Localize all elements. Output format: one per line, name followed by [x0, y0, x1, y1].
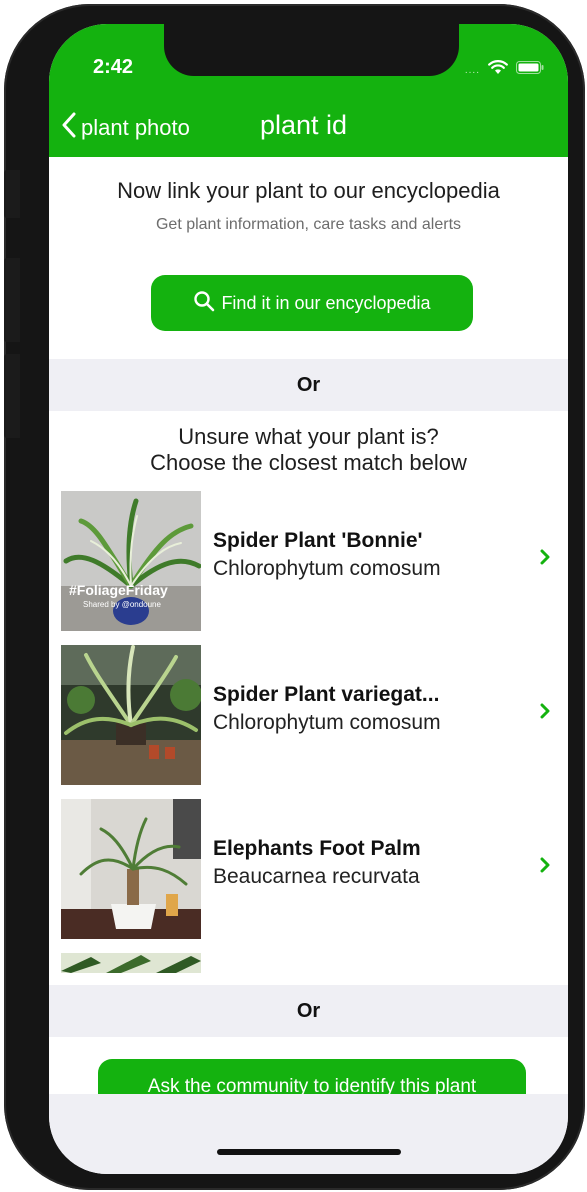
search-icon [193, 290, 215, 317]
plant-thumbnail [61, 799, 201, 939]
plant-thumbnail-partial [61, 953, 201, 973]
thumbnail-caption: #FoliageFriday [69, 582, 168, 598]
back-button[interactable]: plant photo [61, 112, 190, 144]
matches-heading: Unsure what your plant is? Choose the cl… [49, 424, 568, 476]
back-label: plant photo [81, 115, 190, 140]
plant-common-name: Spider Plant variegat... [213, 683, 440, 706]
matches-heading-line2: Choose the closest match below [150, 450, 467, 475]
match-row-spider-plant-bonnie[interactable]: #FoliageFriday Shared by @ondoune Spider… [61, 491, 568, 631]
plant-scientific-name: Beaucarnea recurvata [213, 865, 420, 888]
plant-common-name: Spider Plant 'Bonnie' [213, 529, 423, 552]
chevron-right-icon [539, 549, 551, 570]
home-indicator[interactable] [217, 1149, 401, 1155]
chevron-right-icon [539, 857, 551, 878]
plant-scientific-name: Chlorophytum comosum [213, 711, 441, 734]
notch [164, 24, 459, 76]
chevron-right-icon [539, 703, 551, 724]
match-row-elephants-foot-palm[interactable]: Elephants Foot Palm Beaucarnea recurvata [61, 799, 568, 939]
chevron-left-icon [61, 112, 77, 144]
encyclopedia-title: Now link your plant to our encyclopedia [117, 178, 500, 203]
bottom-bar [49, 1094, 568, 1174]
matches-heading-line1: Unsure what your plant is? [178, 424, 439, 449]
signal-dots: .... [464, 64, 480, 76]
encyclopedia-subtitle: Get plant information, care tasks and al… [155, 216, 462, 233]
status-time: 2:42 [93, 56, 134, 78]
silent-switch [4, 170, 20, 218]
match-row-spider-plant-variegated[interactable]: Spider Plant variegat... Chlorophytum co… [61, 645, 568, 785]
plant-common-name: Elephants Foot Palm [213, 837, 421, 860]
volume-down-button [4, 354, 20, 438]
page-title: plant id [260, 110, 348, 140]
plant-thumbnail [61, 645, 201, 785]
or-divider-bottom: Or [49, 985, 568, 1037]
screen: 2:42 .... plant photo plant id Now link … [49, 24, 568, 1174]
volume-up-button [4, 258, 20, 342]
or-divider-top: Or [49, 359, 568, 411]
plant-scientific-name: Chlorophytum comosum [213, 557, 441, 580]
battery-icon [516, 61, 544, 79]
wifi-icon [488, 60, 508, 80]
phone-frame: 2:42 .... plant photo plant id Now link … [4, 4, 585, 1190]
plant-thumbnail: #FoliageFriday Shared by @ondoune [61, 491, 201, 631]
thumbnail-subcaption: Shared by @ondoune [83, 600, 162, 609]
find-in-encyclopedia-button[interactable]: Find it in our encyclopedia [151, 275, 473, 331]
status-icons: .... [465, 60, 544, 80]
find-button-label: Find it in our encyclopedia [221, 292, 431, 313]
